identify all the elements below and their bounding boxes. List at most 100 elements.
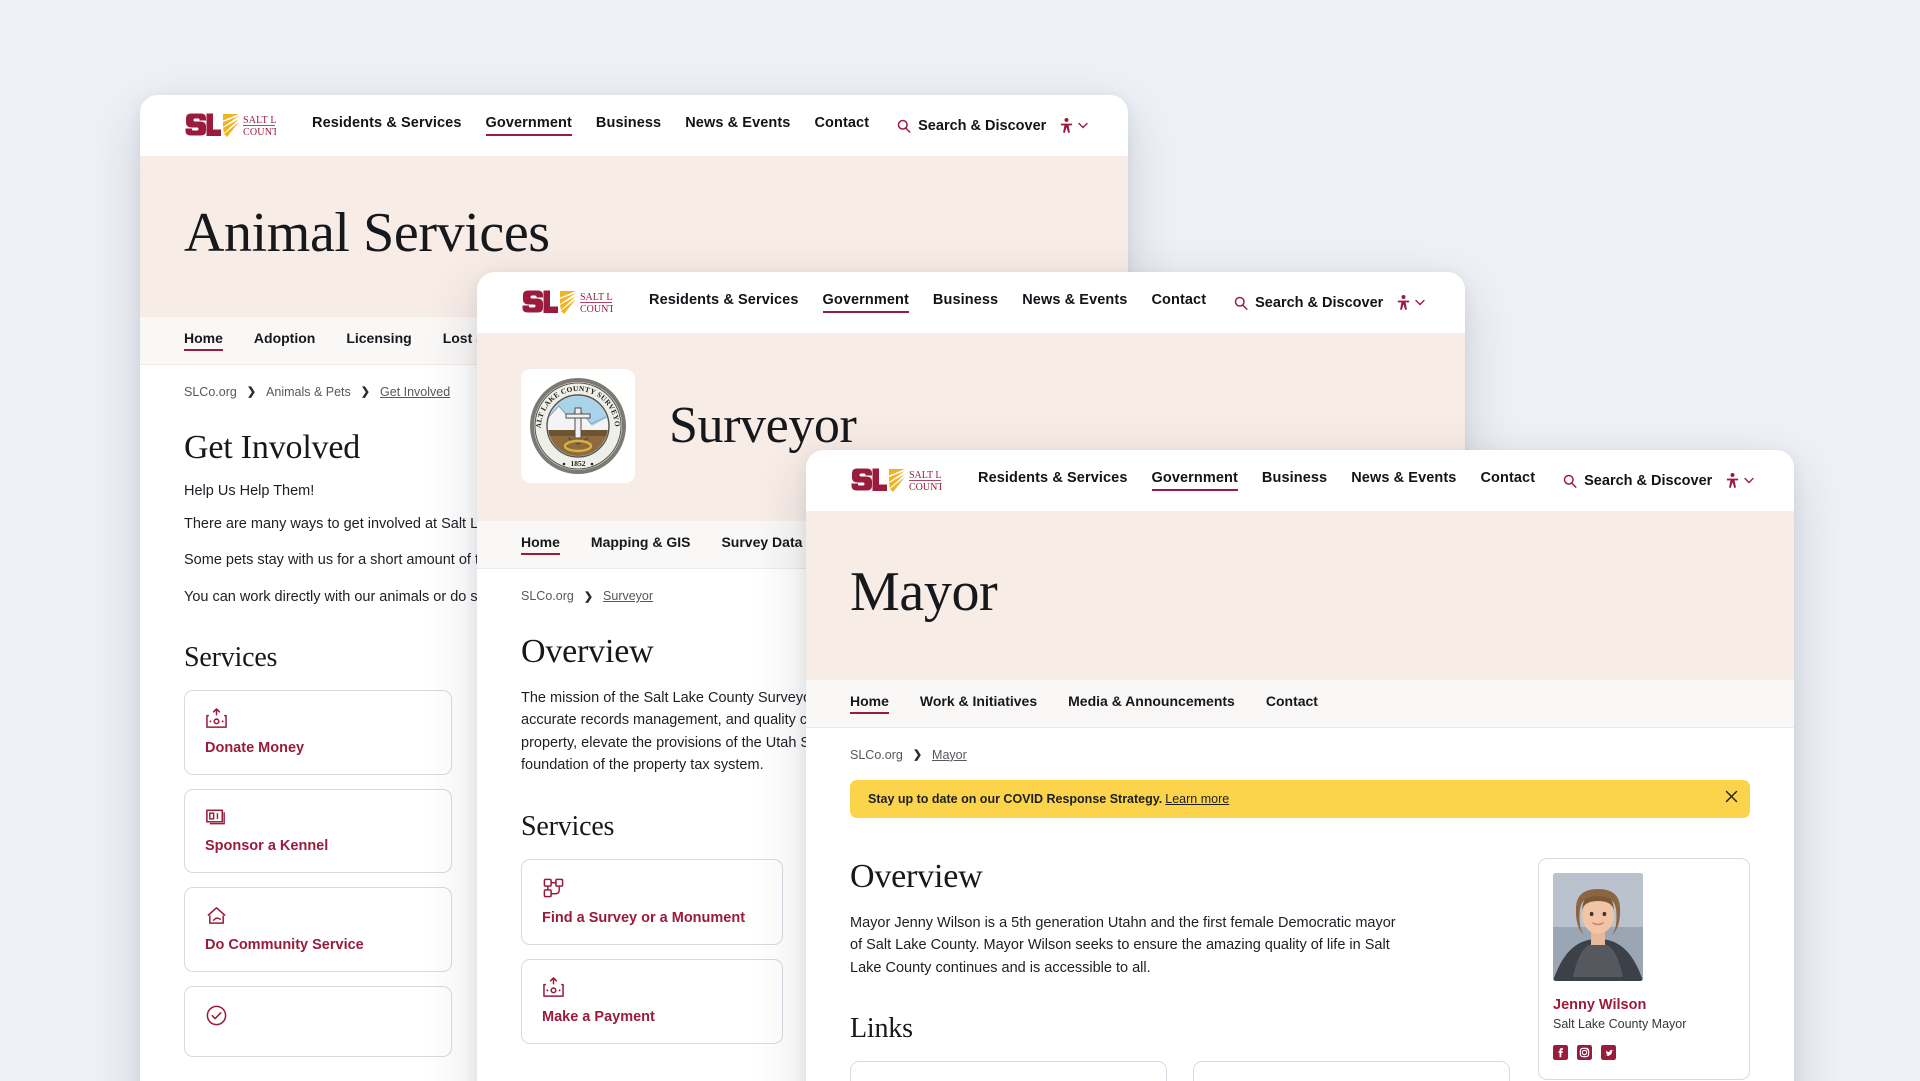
close-icon <box>1725 790 1738 803</box>
search-label: Search & Discover <box>1255 294 1384 311</box>
svg-text:COUNTY: COUNTY <box>580 304 613 315</box>
svg-text:COUNTY: COUNTY <box>909 482 942 493</box>
subnav-item-work-initiatives[interactable]: Work & Initiatives <box>920 693 1037 714</box>
breadcrumb-slco[interactable]: SLCo.org <box>521 589 574 603</box>
service-card-find-survey[interactable]: Find a Survey or a Monument <box>521 858 783 945</box>
primary-nav: Residents & Services Government Business… <box>649 292 1383 313</box>
mayor-role: Salt Lake County Mayor <box>1553 1016 1687 1031</box>
service-card-label: Sponsor a Kennel <box>205 838 329 855</box>
top-navigation-bar: SALT LAKE COUNTY Residents & Services Go… <box>806 450 1794 511</box>
survey-monument-icon <box>543 878 564 898</box>
salt-lake-county-logo[interactable]: SALT LAKE COUNTY <box>521 288 613 318</box>
instagram-link[interactable] <box>1577 1044 1592 1065</box>
kennel-icon <box>206 809 225 825</box>
logo-svg: SALT LAKE COUNTY <box>185 113 276 138</box>
accessibility-icon <box>1060 117 1073 133</box>
avatar <box>1553 872 1643 981</box>
links-heading: Links <box>850 1013 913 1045</box>
svg-text:SALT LAKE: SALT LAKE <box>909 470 942 481</box>
nav-news-events[interactable]: News & Events <box>685 115 790 136</box>
breadcrumb-separator-icon: ❯ <box>246 386 257 399</box>
link-card-get-involved[interactable]: Get Involved <box>1193 1061 1510 1081</box>
subnav-item-licensing[interactable]: Licensing <box>346 330 411 351</box>
covid-banner: Stay up to date on our COVID Response St… <box>850 779 1750 818</box>
search-icon <box>1234 296 1248 310</box>
logo-svg: SALT LAKE COUNTY <box>522 290 613 315</box>
twitter-link[interactable] <box>1601 1044 1616 1065</box>
breadcrumb-get-involved[interactable]: Get Involved <box>380 385 450 399</box>
nav-government[interactable]: Government <box>822 292 909 313</box>
facebook-link[interactable] <box>1553 1044 1568 1065</box>
salt-lake-county-logo[interactable]: SALT LAKE COUNTY <box>850 466 942 496</box>
subnav-item-survey-data[interactable]: Survey Data <box>721 534 802 555</box>
service-card-check[interactable] <box>184 986 452 1058</box>
surveyor-seal: SALT LAKE COUNTY SURVEYOR 1852 <box>521 369 635 483</box>
mayor-name: Jenny Wilson <box>1553 996 1647 1013</box>
salt-lake-county-logo[interactable]: SALT LAKE COUNTY <box>184 111 276 141</box>
search-icon <box>1563 474 1577 488</box>
page-hero-title: Animal Services <box>184 202 550 264</box>
nav-residents-services[interactable]: Residents & Services <box>312 115 462 136</box>
svg-text:SALT LAKE: SALT LAKE <box>243 115 276 126</box>
svg-text:COUNTY: COUNTY <box>243 127 276 138</box>
nav-business[interactable]: Business <box>933 292 998 313</box>
subnav-item-contact[interactable]: Contact <box>1266 693 1318 714</box>
service-card-label: Make a Payment <box>542 1008 655 1025</box>
breadcrumb-slco[interactable]: SLCo.org <box>850 748 903 762</box>
nav-business[interactable]: Business <box>596 115 661 136</box>
accessibility-menu[interactable] <box>1396 294 1425 311</box>
instagram-icon <box>1577 1044 1592 1060</box>
subnav-item-home[interactable]: Home <box>850 693 889 714</box>
covid-banner-close-button[interactable] <box>1725 790 1738 808</box>
subnav-item-mapping-gis[interactable]: Mapping & GIS <box>591 534 691 555</box>
subnav-item-home[interactable]: Home <box>184 330 223 351</box>
nav-contact[interactable]: Contact <box>814 115 869 136</box>
links-card-grid: Our COVID-19 Response Strategy Get Invol… <box>850 1061 1510 1081</box>
page-body-mayor: Overview Mayor Jenny Wilson is a 5th gen… <box>806 818 1794 1081</box>
service-card-sponsor-kennel[interactable]: Sponsor a Kennel <box>184 789 452 874</box>
subnav-item-home[interactable]: Home <box>521 534 560 555</box>
subnav-item-adoption[interactable]: Adoption <box>254 330 315 351</box>
search-discover-button[interactable]: Search & Discover <box>1563 473 1712 489</box>
nav-residents-services[interactable]: Residents & Services <box>649 292 799 313</box>
nav-residents-services[interactable]: Residents & Services <box>978 470 1128 491</box>
nav-business[interactable]: Business <box>1262 470 1327 491</box>
search-label: Search & Discover <box>1584 472 1713 489</box>
nav-news-events[interactable]: News & Events <box>1351 470 1456 491</box>
breadcrumb-mayor[interactable]: Mayor <box>932 748 967 762</box>
service-card-label: Donate Money <box>205 740 305 757</box>
nav-contact[interactable]: Contact <box>1480 470 1535 491</box>
breadcrumb-animals-pets[interactable]: Animals & Pets <box>266 385 351 399</box>
service-card-donate-money[interactable]: Donate Money <box>184 690 452 776</box>
nav-government[interactable]: Government <box>1151 470 1238 491</box>
nav-news-events[interactable]: News & Events <box>1022 292 1127 313</box>
search-discover-button[interactable]: Search & Discover <box>1234 295 1383 311</box>
twitter-icon <box>1601 1044 1616 1060</box>
breadcrumb-separator-icon: ❯ <box>583 590 594 603</box>
page-title: Overview <box>850 857 983 895</box>
page-hero-title: Mayor <box>850 561 998 623</box>
seal-year: 1852 <box>571 459 586 468</box>
mayor-content-row: Overview Mayor Jenny Wilson is a 5th gen… <box>850 857 1750 1081</box>
service-card-make-payment[interactable]: Make a Payment <box>521 958 783 1044</box>
link-card-covid-response[interactable]: Our COVID-19 Response Strategy <box>850 1061 1167 1081</box>
service-card-label: Find a Survey or a Monument <box>542 909 746 926</box>
covid-banner-learn-more-link[interactable]: Learn more <box>1165 792 1229 806</box>
nav-government[interactable]: Government <box>485 115 572 136</box>
covid-banner-text: Stay up to date on our COVID Response St… <box>868 791 1163 806</box>
donate-money-icon <box>206 708 227 729</box>
accessibility-menu[interactable] <box>1725 472 1754 489</box>
service-card-community-service[interactable]: Do Community Service <box>184 887 452 973</box>
primary-nav: Residents & Services Government Business… <box>312 115 1046 136</box>
svg-text:SALT LAKE: SALT LAKE <box>580 292 613 303</box>
accessibility-menu[interactable] <box>1059 117 1088 134</box>
surveyor-seal-icon: SALT LAKE COUNTY SURVEYOR 1852 <box>528 376 626 474</box>
hero-mayor: Mayor <box>806 511 1794 680</box>
breadcrumb-surveyor[interactable]: Surveyor <box>603 589 653 603</box>
subnav-item-media-announcements[interactable]: Media & Announcements <box>1068 693 1235 714</box>
nav-contact[interactable]: Contact <box>1151 292 1206 313</box>
search-discover-button[interactable]: Search & Discover <box>897 118 1046 134</box>
accessibility-icon <box>1726 472 1739 488</box>
breadcrumb-slco[interactable]: SLCo.org <box>184 385 237 399</box>
primary-nav: Residents & Services Government Business… <box>978 470 1712 491</box>
